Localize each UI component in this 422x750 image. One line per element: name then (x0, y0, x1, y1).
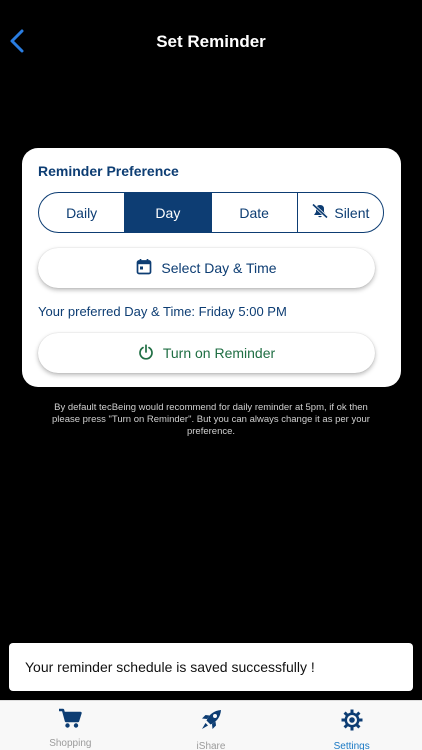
navigation-bar: Set Reminder (0, 0, 422, 86)
segment-daily[interactable]: Daily (39, 193, 126, 232)
segment-day[interactable]: Day (125, 193, 212, 232)
cart-icon (58, 708, 83, 734)
tab-ishare[interactable]: iShare (141, 701, 282, 750)
reminder-type-segmented-control: Daily Day Date Silent (38, 192, 384, 233)
default-recommendation-text: By default tecBeing would recommend for … (52, 402, 370, 437)
calendar-icon (136, 258, 152, 278)
tab-settings[interactable]: Settings (281, 701, 422, 750)
segment-date[interactable]: Date (212, 193, 298, 232)
card-heading: Reminder Preference (38, 163, 179, 179)
power-icon (138, 343, 154, 363)
turn-on-reminder-button[interactable]: Turn on Reminder (38, 333, 375, 373)
turn-on-reminder-label: Turn on Reminder (162, 345, 276, 361)
reminder-preference-card: Reminder Preference Daily Day Date Silen… (22, 148, 401, 387)
preferred-day-time-text: Your preferred Day & Time: Friday 5:00 P… (38, 304, 287, 319)
rocket-icon (199, 708, 223, 737)
bell-off-icon (311, 203, 329, 222)
toast-message: Your reminder schedule is saved successf… (25, 659, 315, 675)
tab-shopping[interactable]: Shopping (0, 701, 141, 750)
tab-label: iShare (196, 741, 226, 750)
gear-icon (340, 708, 364, 737)
segment-label: Silent (334, 204, 370, 221)
tab-label: Shopping (49, 738, 92, 749)
page-title: Set Reminder (156, 32, 266, 51)
segment-silent[interactable]: Silent (298, 193, 383, 232)
select-day-time-button[interactable]: Select Day & Time (38, 248, 375, 288)
segment-label: Day (155, 204, 181, 221)
segment-label: Daily (66, 204, 98, 221)
tab-label: Settings (333, 741, 370, 750)
success-toast: Your reminder schedule is saved successf… (9, 643, 413, 691)
tab-bar: Shopping iShare Settings (0, 700, 422, 750)
select-day-time-label: Select Day & Time (161, 260, 277, 276)
segment-label: Date (239, 204, 269, 221)
